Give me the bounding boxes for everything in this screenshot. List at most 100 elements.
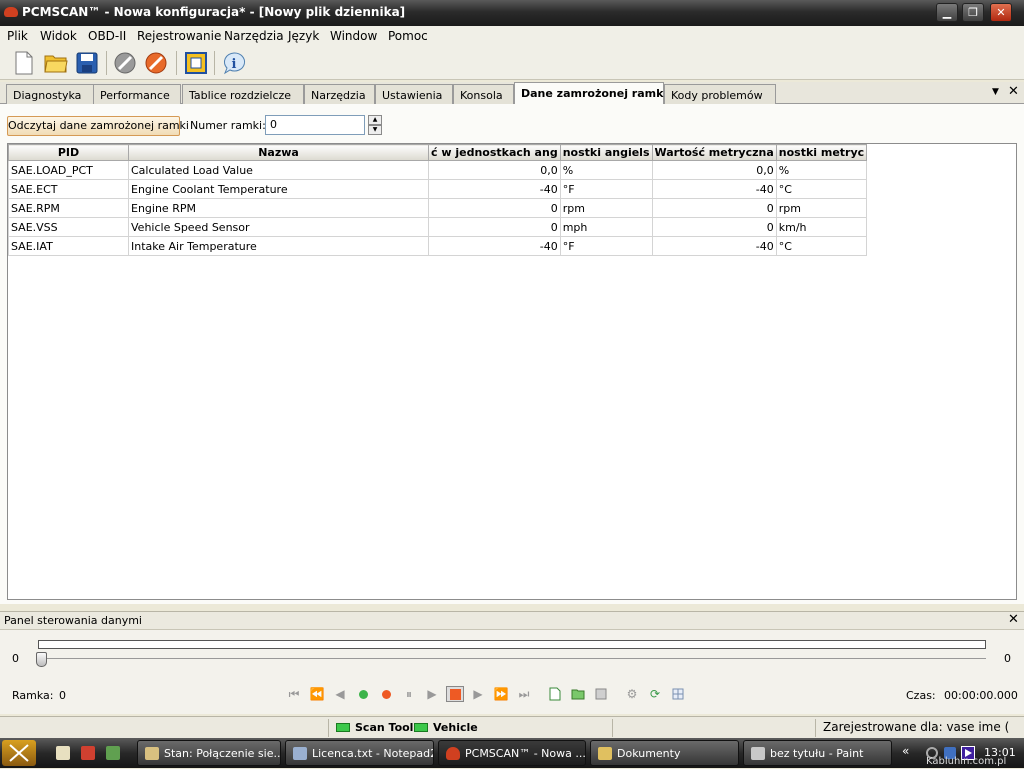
taskbar-item-dokumenty[interactable]: Dokumenty: [590, 740, 739, 766]
cell-pid: SAE.IAT: [8, 236, 129, 256]
column-header-english-value[interactable]: ć w jednostkach ang: [428, 144, 561, 161]
column-header-metric-units[interactable]: nostki metryc: [775, 144, 868, 161]
connect-plug-icon[interactable]: [142, 49, 170, 77]
close-panel-icon[interactable]: ✕: [1008, 612, 1019, 627]
record-red-icon[interactable]: [377, 686, 395, 702]
table-row[interactable]: SAE.RPM Engine RPM 0 rpm 0 rpm: [8, 198, 868, 218]
tab-strip: Diagnostyka Performance Tablice rozdziel…: [0, 82, 1024, 105]
tab-konsola[interactable]: Konsola: [453, 84, 514, 104]
table-row[interactable]: SAE.VSS Vehicle Speed Sensor 0 mph 0 km/…: [8, 217, 868, 237]
open-log-icon[interactable]: [569, 686, 587, 702]
step-back-icon[interactable]: ◀: [331, 686, 349, 702]
tab-list-dropdown-icon[interactable]: ▼: [992, 87, 999, 97]
toolbar: i: [0, 46, 1024, 80]
table-row[interactable]: SAE.LOAD_PCT Calculated Load Value 0,0 %…: [8, 160, 868, 180]
first-frame-icon[interactable]: ⏮: [285, 686, 303, 702]
tab-ustawienia[interactable]: Ustawienia: [375, 84, 453, 104]
cell-english-value: 0,0: [428, 160, 561, 180]
menu-jezyk[interactable]: Język: [288, 29, 319, 43]
play-icon[interactable]: ▶: [423, 686, 441, 702]
cell-pid: SAE.ECT: [8, 179, 129, 199]
refresh-icon[interactable]: ⟳: [646, 686, 664, 702]
spin-up-icon[interactable]: ▲: [368, 115, 382, 125]
taskbar-item-label: bez tytułu - Paint: [770, 747, 864, 760]
taskbar-item-notepad2[interactable]: Licenca.txt - Notepad2: [285, 740, 434, 766]
window-title: PCMSCAN™ - Nowa konfiguracja* - [Nowy pl…: [22, 5, 406, 19]
taskbar-item-paint[interactable]: bez tytułu - Paint: [743, 740, 892, 766]
log-settings-icon[interactable]: ⚙: [623, 686, 641, 702]
playback-slider-thumb[interactable]: [36, 652, 47, 667]
menu-pomoc[interactable]: Pomoc: [388, 29, 428, 43]
tab-narzedzia[interactable]: Narzędzia: [304, 84, 375, 104]
taskbar-item-pcmscan[interactable]: PCMSCAN™ - Nowa ...: [438, 740, 586, 766]
screen-fit-icon[interactable]: [182, 49, 210, 77]
table-row[interactable]: SAE.IAT Intake Air Temperature -40 °F -4…: [8, 236, 868, 256]
menu-rejestrowanie[interactable]: Rejestrowanie: [137, 29, 221, 43]
new-file-icon[interactable]: [10, 49, 38, 77]
last-frame-icon[interactable]: ⏭: [515, 686, 533, 702]
cell-english-value: -40: [428, 179, 561, 199]
slider-min-label: 0: [12, 652, 19, 665]
tab-tablice-rozdzielcze[interactable]: Tablice rozdzielcze: [182, 84, 304, 104]
column-header-metric-value[interactable]: Wartość metryczna: [651, 144, 777, 161]
paint-icon: [751, 747, 765, 760]
read-freeze-frame-button[interactable]: Odczytaj dane zamrożonej ramki: [7, 116, 189, 136]
time-label: Czas:: [906, 689, 936, 702]
pcmscan-icon: [446, 747, 460, 760]
close-tab-icon[interactable]: ✕: [1008, 84, 1019, 99]
column-header-nazwa[interactable]: Nazwa: [128, 144, 429, 161]
record-green-icon[interactable]: [354, 686, 372, 702]
tab-dane-zamrozonej-ramki[interactable]: Dane zamrożonej ramki: [514, 82, 667, 105]
close-window-button[interactable]: ✕: [990, 3, 1012, 22]
restore-button[interactable]: ❐: [962, 3, 984, 22]
column-header-pid[interactable]: PID: [8, 144, 129, 161]
cell-metric-units: °C: [775, 236, 868, 256]
quicklaunch-desktop-icon[interactable]: [56, 746, 70, 760]
taskbar-item-label: Stan: Połączenie sie...: [164, 747, 281, 760]
menu-window[interactable]: Window: [330, 29, 377, 43]
save-log-icon[interactable]: [592, 686, 610, 702]
quicklaunch-explorer-icon[interactable]: [106, 746, 120, 760]
new-log-icon[interactable]: [546, 686, 564, 702]
playback-track[interactable]: [38, 640, 986, 649]
start-button[interactable]: [2, 740, 36, 766]
grid-view-icon[interactable]: [669, 686, 687, 702]
watermark-text: Kabluhin.com.pl: [926, 756, 1007, 767]
menu-narzedzia[interactable]: Narzędzia: [224, 29, 284, 43]
cell-english-units: °F: [559, 179, 653, 199]
cell-english-value: -40: [428, 236, 561, 256]
cell-metric-units: km/h: [775, 217, 868, 237]
menu-widok[interactable]: Widok: [40, 29, 77, 43]
step-forward-icon[interactable]: ▶: [469, 686, 487, 702]
open-folder-icon[interactable]: [42, 49, 70, 77]
menu-obd-ii[interactable]: OBD-II: [88, 29, 126, 43]
minimize-button[interactable]: ▁: [936, 3, 958, 22]
save-disk-icon[interactable]: [73, 49, 101, 77]
tab-kody-problemow[interactable]: Kody problemów: [664, 84, 776, 104]
pause-icon[interactable]: ⏸: [400, 686, 418, 702]
svg-text:i: i: [232, 57, 237, 72]
quicklaunch-app-icon[interactable]: [81, 746, 95, 760]
table-row[interactable]: SAE.ECT Engine Coolant Temperature -40 °…: [8, 179, 868, 199]
frame-number-input[interactable]: 0: [265, 115, 365, 135]
title-bar[interactable]: PCMSCAN™ - Nowa konfiguracja* - [Nowy pl…: [0, 0, 1024, 26]
info-icon[interactable]: i: [220, 49, 248, 77]
spin-down-icon[interactable]: ▼: [368, 125, 382, 135]
menu-bar: Plik Widok OBD-II Rejestrowanie Narzędzi…: [0, 26, 1024, 46]
fast-forward-icon[interactable]: ⏩: [492, 686, 510, 702]
tab-diagnostyka[interactable]: Diagnostyka: [6, 84, 94, 104]
slider-rail: [38, 658, 986, 659]
stop-icon[interactable]: [446, 686, 464, 702]
status-bar: Scan Tool Vehicle Zarejestrowane dla: va…: [0, 716, 1024, 738]
tab-performance[interactable]: Performance: [93, 84, 181, 104]
status-divider: [328, 719, 329, 737]
menu-plik[interactable]: Plik: [7, 29, 28, 43]
freeze-frame-grid[interactable]: PID Nazwa ć w jednostkach ang nostki ang…: [7, 143, 1017, 600]
vehicle-label: Vehicle: [433, 721, 478, 734]
vehicle-indicator: [414, 723, 428, 732]
fast-rewind-icon[interactable]: ⏪: [308, 686, 326, 702]
column-header-english-units[interactable]: nostki angiels: [559, 144, 653, 161]
tray-expand-icon[interactable]: «: [902, 744, 909, 758]
disconnect-plug-icon[interactable]: [111, 49, 139, 77]
taskbar-item-connection-status[interactable]: Stan: Połączenie sie...: [137, 740, 281, 766]
